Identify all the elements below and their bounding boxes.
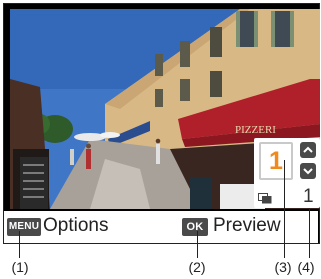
menu-button[interactable]: MENU: [7, 218, 41, 236]
options-label: Options: [43, 215, 109, 236]
bottom-bar: MENU Options OK Preview: [4, 211, 318, 243]
increment-button[interactable]: [300, 142, 316, 158]
ok-button[interactable]: OK: [182, 218, 208, 236]
decrement-button[interactable]: [300, 163, 316, 179]
value-panel: 1 1: [254, 138, 320, 208]
callout-line-1: [19, 231, 20, 258]
callout-1: (1): [11, 259, 29, 275]
current-value-field[interactable]: 1: [259, 142, 293, 180]
svg-text:PIZZERI: PIZZERI: [235, 124, 276, 136]
callout-2: (2): [188, 259, 206, 275]
preview-label: Preview: [213, 215, 281, 236]
total-value: 1: [303, 186, 314, 207]
callout-line-2: [197, 231, 198, 258]
callout-line-3: [284, 160, 285, 258]
chevron-up-icon: [303, 146, 313, 153]
callout-line-4: [309, 208, 310, 258]
overlap-frames-icon: [258, 193, 272, 204]
callout-4: (4): [297, 259, 315, 275]
chevron-down-icon: [303, 168, 313, 175]
